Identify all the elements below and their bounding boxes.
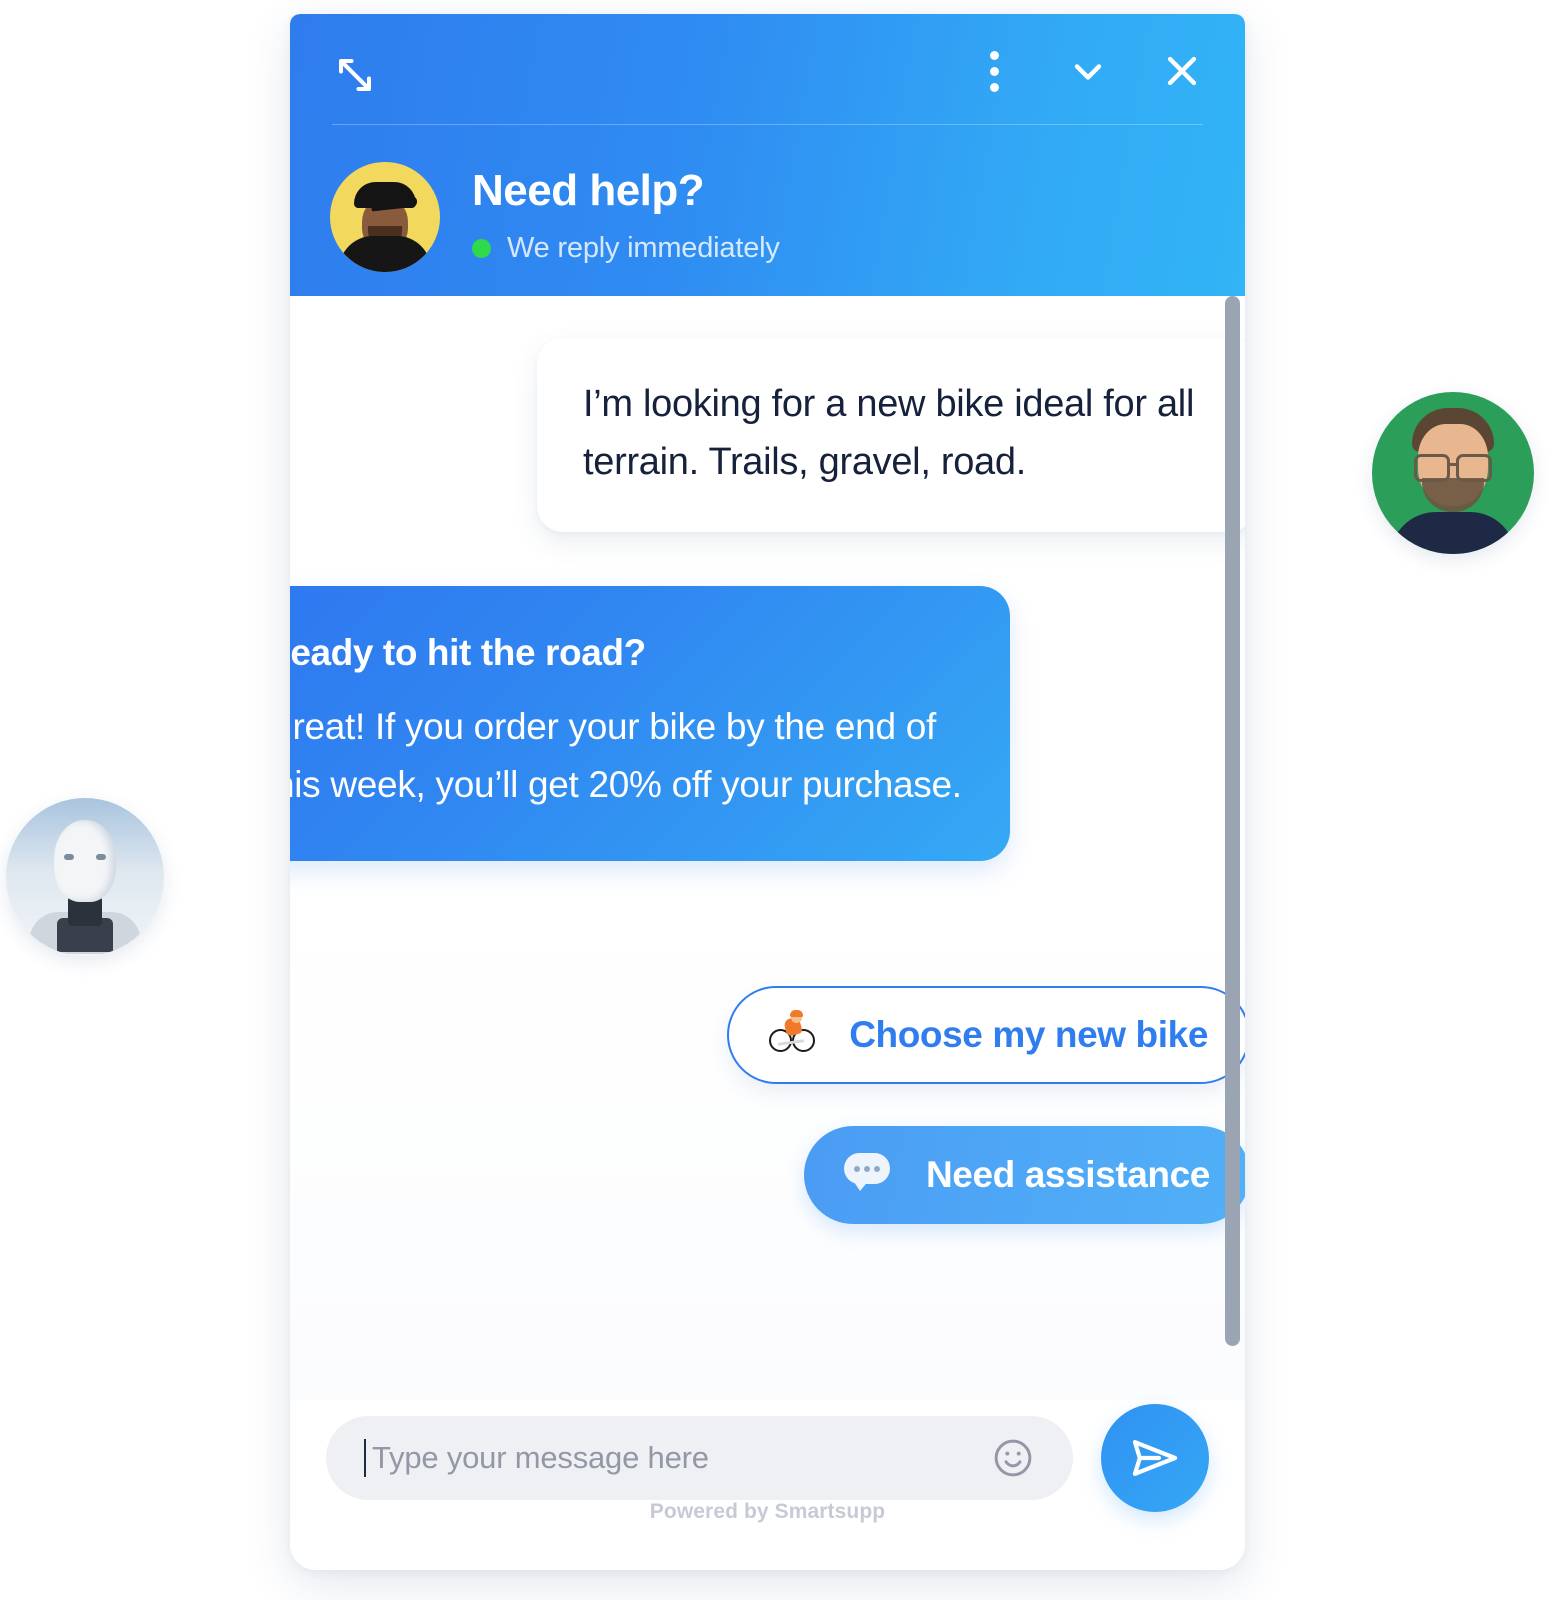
message-list-scrollbar[interactable] — [1225, 296, 1240, 1346]
chevron-down-icon[interactable] — [1065, 48, 1111, 94]
kebab-menu-icon[interactable] — [971, 48, 1017, 94]
text-cursor — [364, 1439, 366, 1477]
visitor-avatar — [1372, 392, 1534, 554]
status-row: We reply immediately — [472, 232, 780, 265]
agent-avatar — [330, 162, 440, 272]
message-bubble-bot: Ready to hit the road? Great! If you ord… — [290, 586, 1010, 862]
header-left-actions — [332, 52, 378, 98]
expand-diagonal-icon[interactable] — [332, 52, 378, 98]
message-input[interactable] — [370, 1439, 987, 1477]
quick-reply-label: Need assistance — [925, 1154, 1210, 1195]
quick-reply-label: Choose my new bike — [849, 1014, 1208, 1055]
message-title: Ready to hit the road? — [290, 632, 646, 673]
header-divider — [332, 124, 1203, 125]
status-text: We reply immediately — [507, 232, 780, 265]
message-list: I’m looking for a new bike ideal for all… — [290, 296, 1245, 1400]
quick-reply-list: Choose my new bike Need assistance — [727, 986, 1245, 1224]
close-x-icon[interactable] — [1159, 48, 1205, 94]
online-status-dot — [472, 239, 491, 259]
quick-reply-need-assistance[interactable]: Need assistance — [803, 1126, 1245, 1224]
message-input-wrapper[interactable] — [326, 1416, 1073, 1500]
cyclist-emoji — [769, 1009, 816, 1059]
send-button[interactable] — [1101, 1404, 1209, 1512]
chat-widget: Need help? We reply immediately I’m look… — [290, 14, 1245, 1570]
chat-footer: Powered by Smartsupp — [290, 1400, 1245, 1570]
page-title: Need help? — [472, 166, 705, 215]
smiley-face-icon[interactable] — [987, 1432, 1039, 1484]
bot-avatar — [6, 798, 164, 956]
message-text: I’m looking for a new bike ideal for all… — [583, 383, 1195, 483]
agent-identity: Need help? We reply immediately — [330, 162, 780, 272]
message-text: Great! If you order your bike by the end… — [290, 706, 962, 805]
chat-header: Need help? We reply immediately — [290, 14, 1245, 296]
header-right-actions — [971, 48, 1205, 94]
quick-reply-choose-bike[interactable]: Choose my new bike — [727, 986, 1245, 1084]
speech-balloon-emoji — [843, 1152, 892, 1198]
message-composer — [326, 1404, 1209, 1512]
message-bubble-visitor: I’m looking for a new bike ideal for all… — [537, 338, 1245, 532]
powered-by-label: Powered by Smartsupp — [649, 1500, 886, 1523]
